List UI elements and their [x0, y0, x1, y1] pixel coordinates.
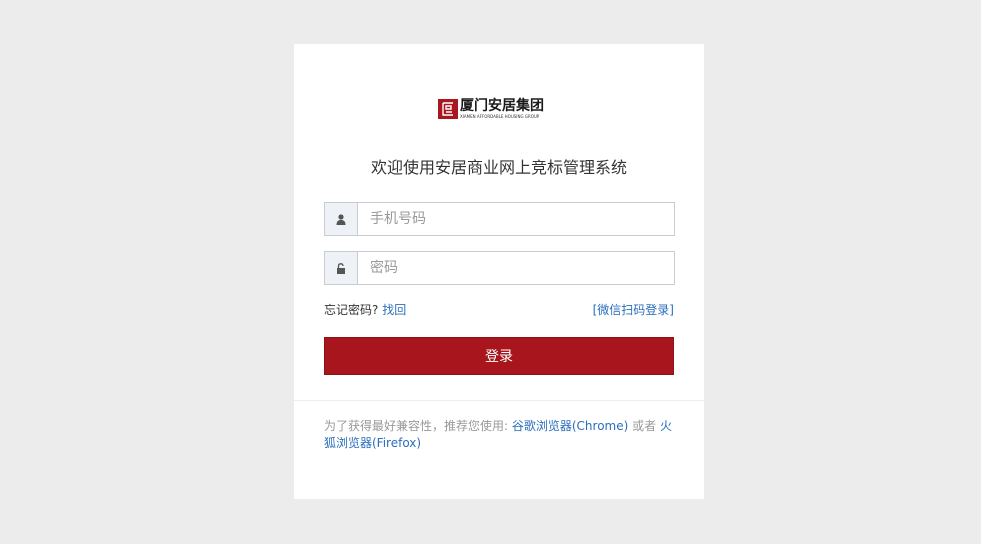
brand-logo-text: 厦门安居集团 XIAMEN AFFORDABLE HOUSING GROUP — [460, 98, 544, 120]
page-title: 欢迎使用安居商业网上竞标管理系统 — [370, 158, 627, 177]
chrome-link[interactable]: 谷歌浏览器(Chrome) — [512, 419, 628, 433]
recover-password-link[interactable]: 找回 — [382, 303, 406, 317]
brand-name-en: XIAMEN AFFORDABLE HOUSING GROUP — [460, 114, 540, 119]
forgot-password-text: 忘记密码? — [324, 303, 379, 317]
brand-logo-mark — [438, 99, 458, 119]
unlock-icon — [324, 251, 357, 285]
brand-logo: 厦门安居集团 XIAMEN AFFORDABLE HOUSING GROUP — [438, 98, 544, 120]
divider — [294, 400, 704, 401]
phone-input-group — [324, 202, 675, 236]
phone-input[interactable] — [357, 202, 675, 236]
browser-tip: 为了获得最好兼容性，推荐您使用: 谷歌浏览器(Chrome) 或者 火狐浏览器(… — [324, 418, 674, 452]
browser-tip-prefix: 为了获得最好兼容性，推荐您使用: — [324, 419, 512, 433]
password-input-group — [324, 251, 675, 285]
login-button[interactable]: 登录 — [324, 337, 674, 375]
login-card: 厦门安居集团 XIAMEN AFFORDABLE HOUSING GROUP 欢… — [294, 44, 704, 499]
user-icon — [324, 202, 357, 236]
brand-name-cn: 厦门安居集团 — [460, 98, 544, 114]
wechat-login-link[interactable]: [微信扫码登录] — [593, 301, 674, 318]
browser-tip-or: 或者 — [628, 419, 660, 433]
forgot-password: 忘记密码? 找回 — [324, 301, 406, 318]
password-input[interactable] — [357, 251, 675, 285]
forgot-row: 忘记密码? 找回 [微信扫码登录] — [324, 301, 674, 318]
